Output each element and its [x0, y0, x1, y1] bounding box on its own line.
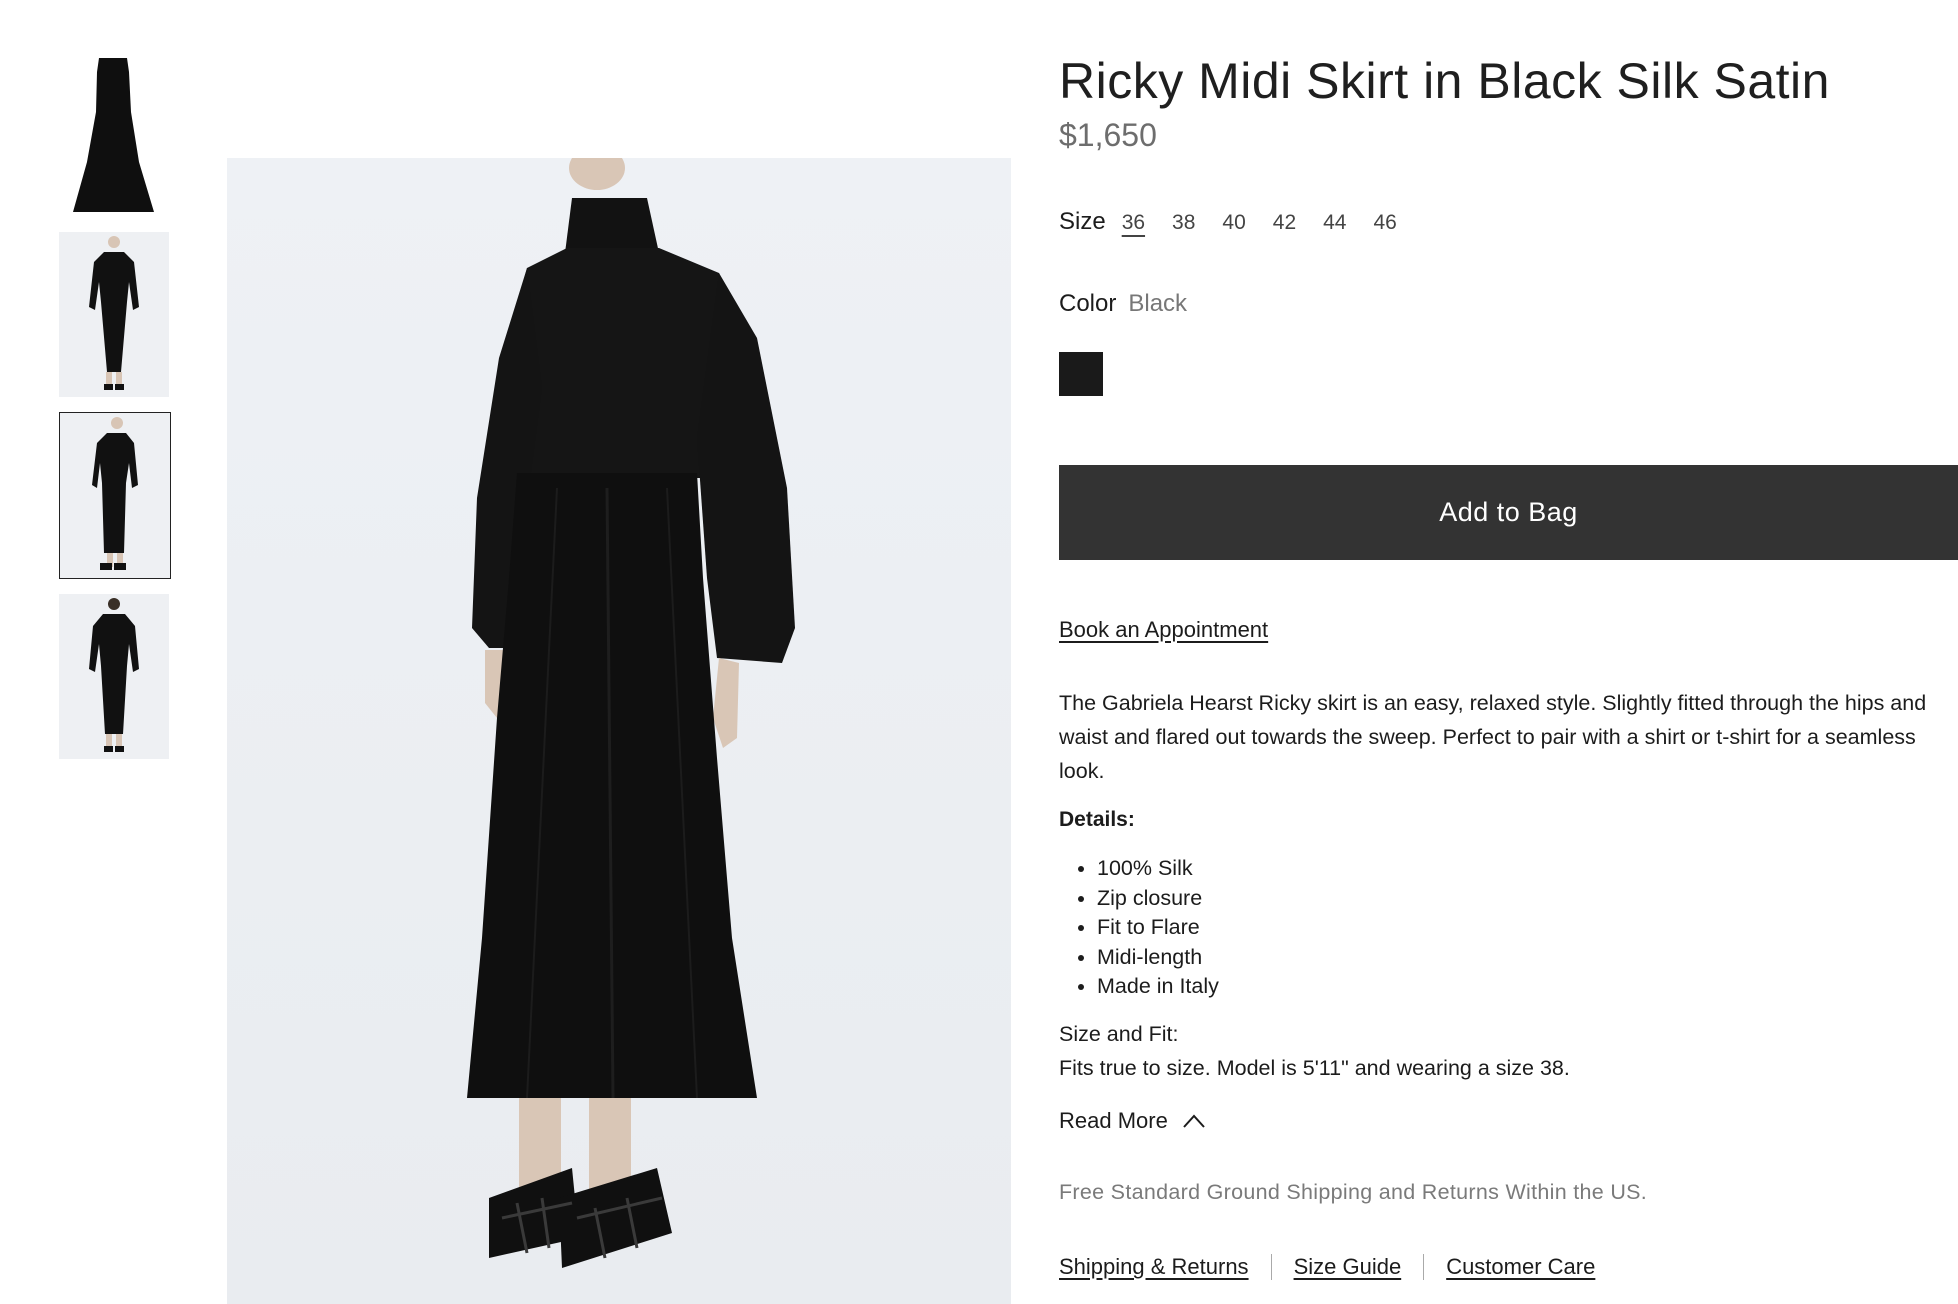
- model-side-image: [92, 417, 138, 570]
- model-back-image: [89, 598, 139, 752]
- size-fit-text: Fits true to size. Model is 5'11" and we…: [1059, 1056, 1570, 1080]
- size-guide-link[interactable]: Size Guide: [1294, 1254, 1402, 1280]
- link-divider: [1423, 1254, 1425, 1280]
- thumbnail-model-side[interactable]: [59, 412, 171, 579]
- size-option-40[interactable]: 40: [1222, 211, 1245, 235]
- list-item: Midi-length: [1097, 943, 1219, 973]
- read-more-toggle[interactable]: Read More: [1059, 1108, 1205, 1134]
- shipping-returns-link[interactable]: Shipping & Returns: [1059, 1254, 1249, 1280]
- list-item: Fit to Flare: [1097, 913, 1219, 943]
- book-appointment-link[interactable]: Book an Appointment: [1059, 617, 1268, 643]
- size-label: Size: [1059, 208, 1106, 235]
- model-wearing-skirt-image: [467, 158, 795, 1268]
- size-option-38[interactable]: 38: [1172, 211, 1195, 235]
- skirt-flat-image: [73, 58, 154, 212]
- size-option-44[interactable]: 44: [1323, 211, 1346, 235]
- list-item: 100% Silk: [1097, 854, 1219, 884]
- chevron-up-icon: [1183, 1114, 1205, 1128]
- color-value: Black: [1128, 290, 1188, 317]
- list-item: Made in Italy: [1097, 972, 1219, 1002]
- read-more-label: Read More: [1059, 1108, 1168, 1133]
- color-swatch-black[interactable]: [1059, 352, 1103, 396]
- color-selector: Color Black: [1059, 290, 1187, 318]
- size-option-42[interactable]: 42: [1273, 211, 1296, 235]
- thumbnail-skirt-flat[interactable]: [59, 52, 169, 217]
- color-label: Color: [1059, 290, 1117, 317]
- list-item: Zip closure: [1097, 884, 1219, 914]
- info-links: Shipping & Returns Size Guide Customer C…: [1059, 1254, 1595, 1280]
- thumbnail-model-back[interactable]: [59, 594, 169, 759]
- details-heading: Details:: [1059, 808, 1135, 831]
- main-product-image[interactable]: [227, 158, 1011, 1304]
- size-fit-heading: Size and Fit:: [1059, 1022, 1179, 1046]
- customer-care-link[interactable]: Customer Care: [1446, 1254, 1595, 1280]
- link-divider: [1270, 1254, 1272, 1280]
- thumbnail-gallery: [59, 52, 171, 774]
- thumbnail-model-front[interactable]: [59, 232, 169, 397]
- shipping-note: Free Standard Ground Shipping and Return…: [1059, 1180, 1648, 1204]
- product-description: The Gabriela Hearst Ricky skirt is an ea…: [1059, 691, 1927, 783]
- product-price: $1,650: [1059, 117, 1157, 153]
- size-option-46[interactable]: 46: [1373, 211, 1396, 235]
- size-option-36[interactable]: 36: [1122, 211, 1145, 235]
- model-front-image: [89, 236, 139, 390]
- size-selector: Size 36 38 40 42 44 46: [1059, 208, 1424, 236]
- add-to-bag-button[interactable]: Add to Bag: [1059, 465, 1958, 560]
- details-list: 100% Silk Zip closure Fit to Flare Midi-…: [1059, 854, 1219, 1002]
- product-title: Ricky Midi Skirt in Black Silk Satin: [1059, 53, 1830, 109]
